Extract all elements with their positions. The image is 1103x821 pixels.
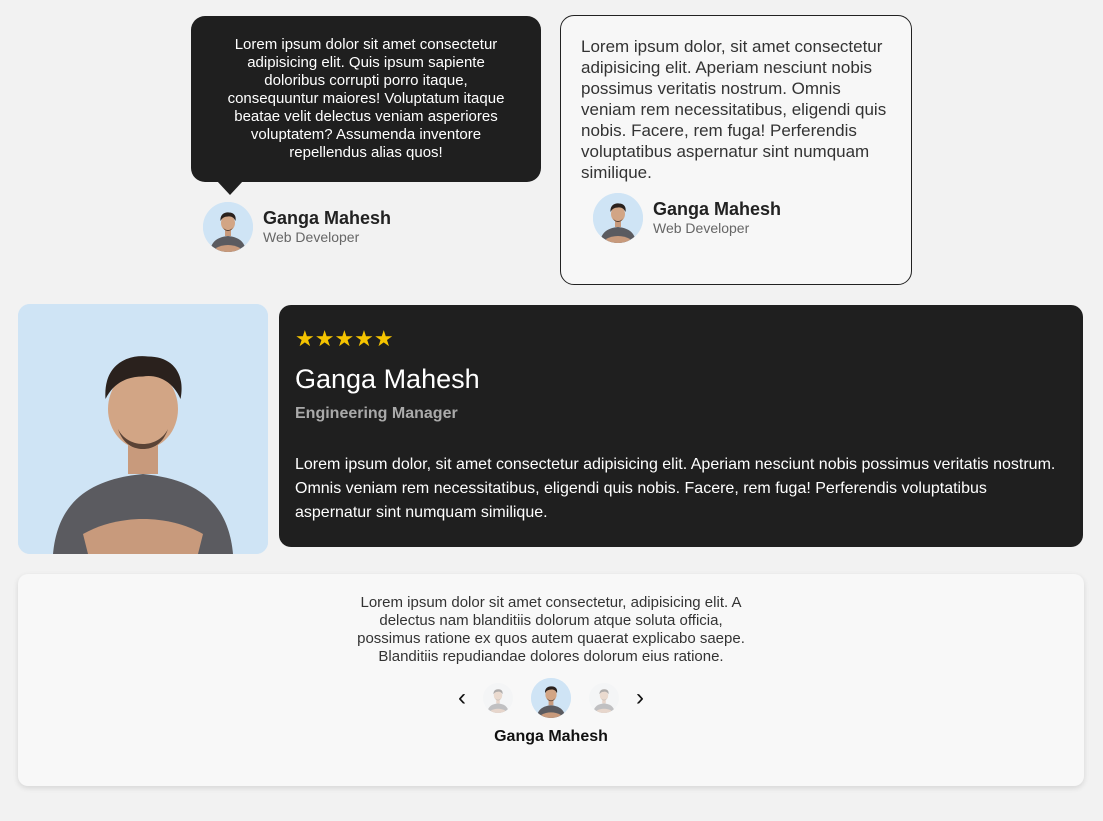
author-role: Web Developer: [653, 220, 750, 236]
testimonial-carousel: Lorem ipsum dolor sit amet consectetur, …: [18, 574, 1084, 786]
quote-bubble: Lorem ipsum dolor sit amet consectetur a…: [191, 16, 541, 195]
avatar: [593, 193, 643, 243]
author-name: Ganga Mahesh: [263, 208, 392, 228]
carousel-controls: ‹ ›: [18, 678, 1084, 718]
author-block: Ganga Mahesh Web Developer: [593, 193, 891, 243]
rating-stars-icon: ★★★★★: [295, 326, 394, 351]
quote-text: Lorem ipsum dolor sit amet consectetur, …: [357, 594, 745, 665]
author-role: Web Developer: [263, 229, 360, 245]
carousel-thumb[interactable]: [589, 683, 619, 713]
chevron-left-icon[interactable]: ‹: [449, 686, 475, 710]
carousel-thumb-active[interactable]: [531, 678, 571, 718]
testimonial-card-outlined: Lorem ipsum dolor, sit amet consectetur …: [560, 15, 912, 285]
author-meta: Ganga Mahesh Web Developer: [653, 199, 781, 237]
profile-photo: [18, 304, 268, 554]
author-block: Ganga Mahesh Web Developer: [203, 202, 541, 252]
quote-text: Lorem ipsum dolor, sit amet consectetur …: [581, 37, 887, 182]
testimonial-card-bubble: Lorem ipsum dolor sit amet consectetur a…: [191, 16, 541, 252]
testimonial-card-featured: ★★★★★ Ganga Mahesh Engineering Manager L…: [279, 305, 1083, 547]
avatar: [203, 202, 253, 252]
author-name: Ganga Mahesh: [295, 364, 480, 394]
author-meta: Ganga Mahesh Web Developer: [263, 208, 391, 246]
author-name: Ganga Mahesh: [494, 728, 608, 745]
quote-text: Lorem ipsum dolor, sit amet consectetur …: [295, 456, 1056, 521]
author-role: Engineering Manager: [295, 405, 458, 422]
author-name: Ganga Mahesh: [653, 199, 782, 219]
quote-text: Lorem ipsum dolor sit amet consectetur a…: [227, 36, 505, 161]
chevron-right-icon[interactable]: ›: [627, 686, 653, 710]
carousel-thumb[interactable]: [483, 683, 513, 713]
